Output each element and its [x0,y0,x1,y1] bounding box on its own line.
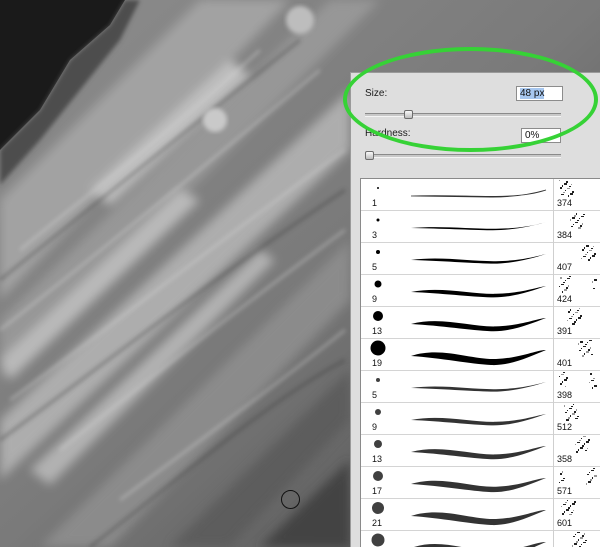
preset-divider [553,211,554,243]
preset-divider [553,467,554,499]
preset-divider [553,307,554,339]
brush-preset-count: 358 [557,454,573,464]
brush-texture-thumbnail [559,468,597,485]
brush-preset-list[interactable]: 1 374 3 384 5 407 9 424 13 391 19 401 5 398 9 512 13 358 1… [360,178,600,547]
brush-texture-thumbnail [575,436,590,453]
preset-divider [553,531,554,547]
brush-tip-icon [376,218,380,222]
brush-preset-count: 407 [557,262,573,272]
brush-preset-row[interactable]: 1 374 [361,179,600,211]
brush-texture-thumbnail [570,213,585,229]
brush-tip-icon [376,250,380,254]
brush-tip-icon [374,440,382,448]
brush-preset-size: 19 [372,358,383,368]
preset-divider [553,499,554,531]
brush-preset-size: 13 [372,326,383,336]
brush-preset-size: 17 [372,486,383,496]
brush-preset-count: 374 [557,198,573,208]
brush-tip-icon [370,340,386,356]
brush-texture-thumbnail [572,532,587,547]
hardness-slider[interactable] [365,151,561,160]
brush-preset-size: 9 [372,422,378,432]
brush-preset-size: 5 [372,262,378,272]
brush-stroke-preview [411,254,546,264]
brush-preset-row[interactable] [361,531,600,547]
brush-preset-row[interactable]: 3 384 [361,211,600,243]
brush-preset-count: 398 [557,390,573,400]
brush-cursor [281,490,300,509]
preset-divider [553,179,554,211]
brush-stroke-preview [411,478,546,493]
brush-preset-row[interactable]: 19 401 [361,339,600,371]
brush-tip-icon [375,409,381,415]
brush-texture-thumbnail [581,245,596,261]
brush-texture-thumbnail [559,180,574,197]
brush-preset-count: 384 [557,230,573,240]
brush-stroke-preview [411,286,546,298]
brush-preset-size: 9 [372,294,378,304]
brush-preset-count: 512 [557,422,573,432]
brush-stroke-preview [411,222,546,231]
hardness-slider-thumb[interactable] [365,151,374,160]
brush-preset-row[interactable]: 17 571 [361,467,600,499]
brush-tip-icon [376,378,380,382]
brush-tip-icon [373,471,383,481]
brush-preset-row[interactable]: 9 512 [361,403,600,435]
brush-preset-size: 21 [372,518,383,528]
brush-preset-size: 3 [372,230,378,240]
brush-stroke-preview [411,382,546,392]
annotation-highlight-ellipse [343,47,598,152]
preset-divider [553,339,554,371]
brush-preset-size: 13 [372,454,383,464]
brush-preset-size: 1 [372,198,378,208]
brush-stroke-preview [414,541,546,547]
brush-tip-icon [371,533,385,547]
brush-preset-count: 391 [557,326,573,336]
brush-texture-thumbnail [561,500,576,515]
brush-preset-row[interactable]: 5 398 [361,371,600,403]
brush-preset-count: 571 [557,486,573,496]
preset-divider [553,371,554,403]
brush-stroke-preview [411,318,546,332]
brush-stroke-preview [411,446,546,460]
preset-divider [553,275,554,307]
brush-tip-icon [377,187,379,189]
brush-tip-icon [372,502,384,514]
brush-tip-icon [374,280,382,288]
brush-stroke-preview [411,350,546,366]
brush-preset-row[interactable]: 13 391 [361,307,600,339]
preset-divider [553,435,554,467]
preset-divider [553,243,554,275]
brush-preset-count: 424 [557,294,573,304]
brush-preset-row[interactable]: 13 358 [361,435,600,467]
brush-stroke-preview [410,189,547,198]
brush-preset-row[interactable]: 9 424 [361,275,600,307]
brush-preset-row[interactable]: 21 601 [361,499,600,531]
brush-preset-count: 601 [557,518,573,528]
brush-texture-thumbnail [559,372,597,389]
brush-stroke-preview [411,414,546,426]
brush-texture-thumbnail [578,340,593,357]
brush-preset-row[interactable]: 5 407 [361,243,600,275]
brush-preset-count: 401 [557,358,573,368]
brush-tip-icon [373,311,383,321]
brush-stroke-preview [411,510,546,526]
preset-divider [553,403,554,435]
brush-texture-thumbnail [567,308,582,325]
brush-texture-thumbnail [559,276,597,293]
brush-texture-thumbnail [564,404,579,421]
brush-preset-size: 5 [372,390,378,400]
